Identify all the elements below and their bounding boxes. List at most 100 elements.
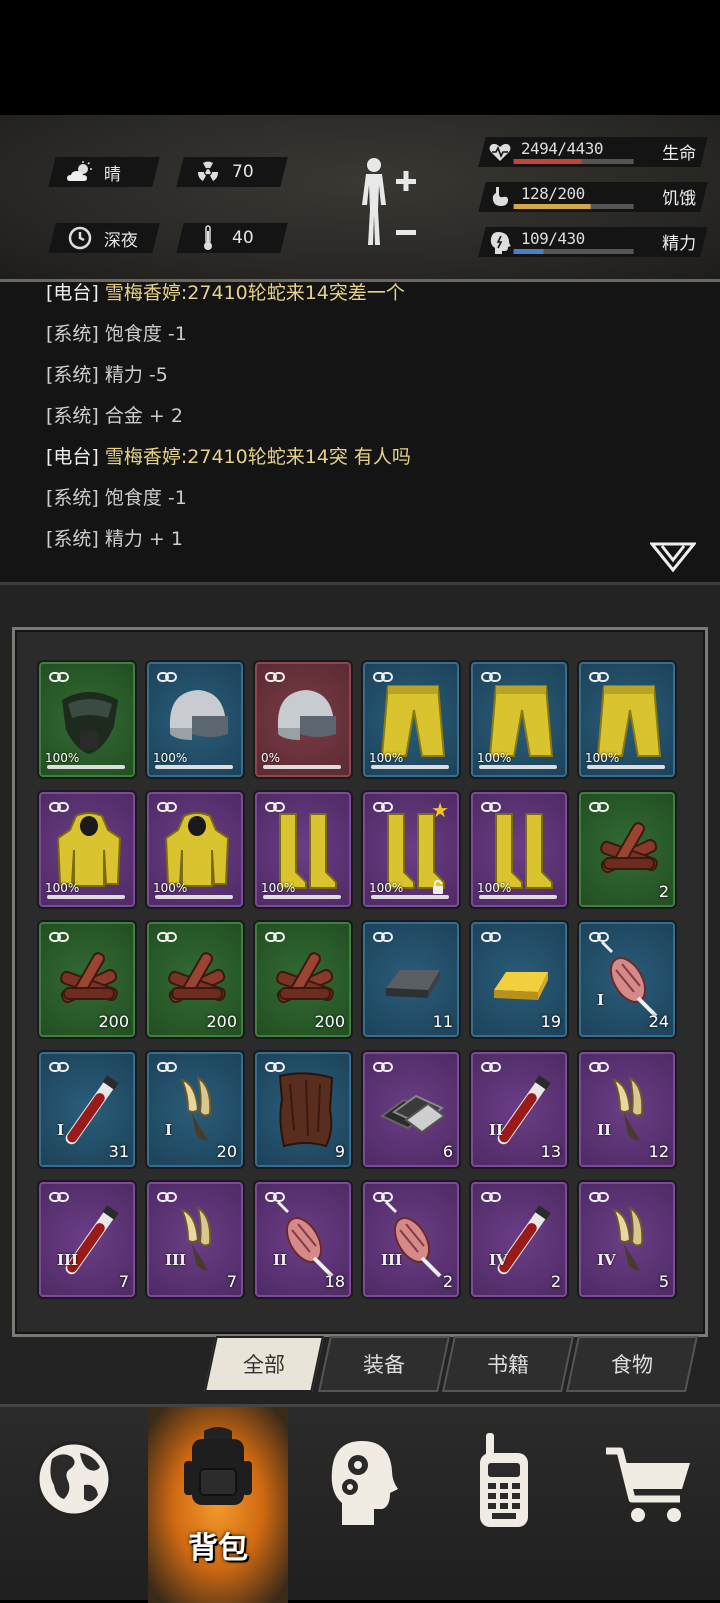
nav-radio[interactable] <box>436 1407 576 1603</box>
backpack-icon <box>184 1427 252 1505</box>
inventory-slot[interactable]: 0% <box>253 660 353 779</box>
stomach-icon <box>488 185 512 209</box>
temperature-value: 40 <box>232 228 254 248</box>
inventory-slot[interactable]: III 7 <box>37 1180 137 1299</box>
link-icon <box>481 798 501 812</box>
inventory-slot[interactable]: IV 5 <box>577 1180 677 1299</box>
pants-icon <box>378 680 448 760</box>
tier-label: I <box>597 991 605 1009</box>
wood-pile-icon <box>54 940 124 1020</box>
nav-backpack[interactable]: 背包 <box>148 1407 288 1603</box>
inventory-slot[interactable]: 11 <box>361 920 461 1039</box>
tier-label: II <box>489 1121 504 1139</box>
inventory-slot[interactable]: I 20 <box>145 1050 245 1169</box>
inventory-slot[interactable]: IV 2 <box>469 1180 569 1299</box>
inventory-slot[interactable]: 9 <box>253 1050 353 1169</box>
globe-icon <box>36 1441 112 1517</box>
link-icon <box>481 1058 501 1072</box>
radiation-icon <box>194 161 222 183</box>
stat-bar-fill <box>513 159 582 164</box>
inventory-slot[interactable]: III 2 <box>361 1180 461 1299</box>
nav-shop[interactable] <box>580 1407 720 1603</box>
link-icon <box>589 928 609 942</box>
inventory-slot[interactable]: 100% <box>469 660 569 779</box>
chevron-down-icon[interactable] <box>648 540 698 574</box>
durability-bar <box>155 765 233 769</box>
log-tag: [系统] <box>46 487 99 509</box>
helmet-icon <box>270 680 340 760</box>
cloud-sun-icon <box>66 161 94 183</box>
inventory-slot[interactable]: ★ 100% <box>361 790 461 909</box>
inventory-slot[interactable]: 100% <box>37 660 137 779</box>
inventory-slot[interactable]: 100% <box>469 790 569 909</box>
link-icon <box>157 1188 177 1202</box>
tab-food[interactable]: 食物 <box>566 1336 698 1392</box>
inventory-slot[interactable]: II 13 <box>469 1050 569 1169</box>
inventory-slot[interactable]: 100% <box>145 660 245 779</box>
inventory-slot[interactable]: II 18 <box>253 1180 353 1299</box>
link-icon <box>49 1058 69 1072</box>
inventory-slot[interactable]: 100% <box>253 790 353 909</box>
durability-label: 100% <box>45 881 80 895</box>
tier-label: IV <box>489 1251 508 1269</box>
tab-all[interactable]: 全部 <box>204 1336 324 1392</box>
tab-books-label: 书籍 <box>487 1353 529 1377</box>
tab-equipment[interactable]: 装备 <box>318 1336 450 1392</box>
durability-bar <box>263 895 341 899</box>
link-icon <box>265 668 285 682</box>
leather-icon <box>270 1070 340 1150</box>
message-log[interactable]: [电台] 雪梅香婷:27410轮蛇来14突差一个 [系统] 饱食度 -1 [系统] … <box>0 282 720 582</box>
inventory-slot[interactable]: I 31 <box>37 1050 137 1169</box>
helmet-icon <box>162 680 232 760</box>
tab-books[interactable]: 书籍 <box>442 1336 574 1392</box>
log-line: [电台] 雪梅香婷:27410轮蛇来14突 有人吗 <box>46 442 411 469</box>
tab-all-label: 全部 <box>243 1353 285 1377</box>
inventory-slot[interactable]: 100% <box>37 790 137 909</box>
tier-label: II <box>273 1251 288 1269</box>
link-icon <box>481 668 501 682</box>
durability-label: 100% <box>45 751 80 765</box>
tier-label: I <box>57 1121 65 1139</box>
inventory-slot[interactable]: 200 <box>145 920 245 1039</box>
durability-bar <box>155 895 233 899</box>
tier-label: III <box>165 1251 187 1269</box>
item-quantity: 7 <box>118 1272 129 1291</box>
stat-2: 109/430 精力 <box>478 227 708 257</box>
item-quantity: 200 <box>206 1012 237 1031</box>
durability-label: 100% <box>153 751 188 765</box>
link-icon <box>265 798 285 812</box>
log-message: 雪梅香婷:27410轮蛇来14突 有人吗 <box>98 446 411 468</box>
lock-icon <box>431 879 445 894</box>
stat-value: 109/430 <box>520 229 585 248</box>
item-quantity: 6 <box>442 1142 453 1161</box>
inventory-slot[interactable]: 6 <box>361 1050 461 1169</box>
character-body-button[interactable] <box>350 155 430 250</box>
nav-world-map[interactable] <box>4 1407 144 1603</box>
link-icon <box>373 798 393 812</box>
inventory-slot[interactable]: 2 <box>577 790 677 909</box>
link-icon <box>589 668 609 682</box>
inventory-slot[interactable]: 19 <box>469 920 569 1039</box>
inventory-slot[interactable]: II 12 <box>577 1050 677 1169</box>
tier-label: II <box>597 1121 612 1139</box>
pants-icon <box>486 680 556 760</box>
inventory-slot[interactable]: 100% <box>361 660 461 779</box>
inventory-slot[interactable]: I 24 <box>577 920 677 1039</box>
blood-vial-icon <box>54 1070 124 1150</box>
inventory-slot[interactable]: 100% <box>145 790 245 909</box>
log-message: 精力 + 1 <box>98 528 183 550</box>
link-icon <box>589 1058 609 1072</box>
inventory-slot[interactable]: 200 <box>253 920 353 1039</box>
link-icon <box>49 798 69 812</box>
durability-label: 100% <box>261 881 296 895</box>
log-message: 合金 + 2 <box>98 405 183 427</box>
link-icon <box>157 928 177 942</box>
link-icon <box>49 928 69 942</box>
stat-label: 饥饿 <box>662 189 697 209</box>
nav-skills[interactable] <box>292 1407 432 1603</box>
link-icon <box>373 1188 393 1202</box>
time-pill: 深夜 <box>48 223 160 253</box>
inventory-slot[interactable]: III 7 <box>145 1180 245 1299</box>
inventory-slot[interactable]: 200 <box>37 920 137 1039</box>
inventory-slot[interactable]: 100% <box>577 660 677 779</box>
